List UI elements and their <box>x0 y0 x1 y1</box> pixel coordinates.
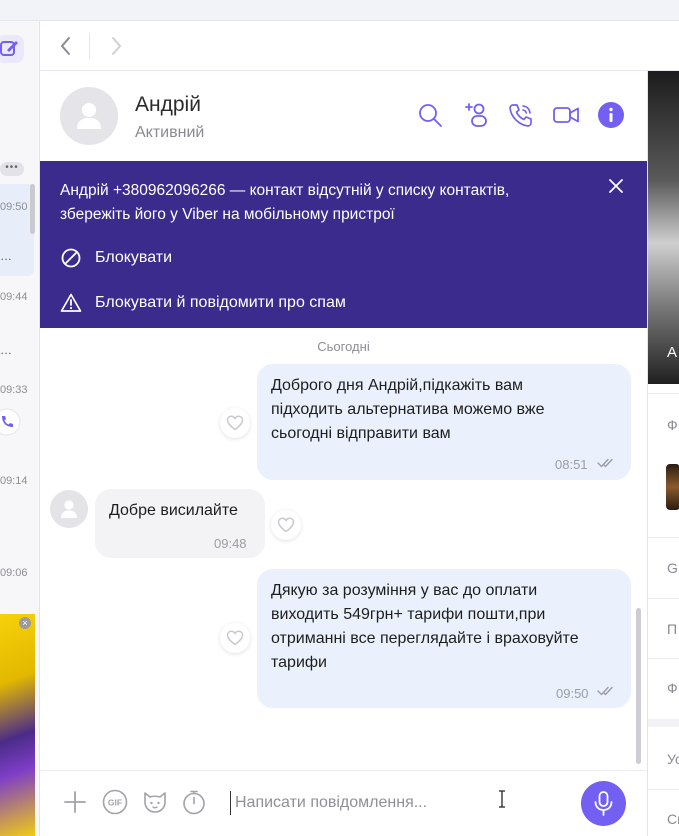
heart-icon <box>226 415 244 431</box>
divider <box>648 789 679 790</box>
info-button[interactable] <box>597 101 625 129</box>
search-button[interactable] <box>416 101 444 129</box>
block-report-button[interactable]: Блокувати й повідомити про спам <box>60 291 346 315</box>
block-label: Блокувати <box>95 249 173 266</box>
chevron-right-icon <box>112 37 122 55</box>
banner-message: Андрій +380962096266 — контакт відсутній… <box>60 182 510 223</box>
sticker-icon <box>144 792 166 813</box>
divider <box>648 537 679 538</box>
messages-scrollbar[interactable] <box>636 608 641 764</box>
ad-banner[interactable]: × <box>0 614 35 836</box>
chat-header: Андрій Активний <box>40 71 647 161</box>
add-participant-button[interactable] <box>462 101 490 129</box>
message-text: Дякую за розуміння у вас до оплати виход… <box>271 582 579 671</box>
text-cursor-icon <box>499 790 505 808</box>
message-input[interactable] <box>230 791 560 815</box>
panel-item[interactable]: Ф <box>667 417 678 433</box>
message-bubble-incoming[interactable]: Добре висилайте 09:48 <box>95 489 265 558</box>
search-icon <box>419 104 442 127</box>
heart-icon <box>226 630 244 646</box>
more-dots[interactable]: ••• <box>0 162 24 176</box>
message-time: 08:51 <box>555 457 588 472</box>
call-icon[interactable] <box>0 407 22 437</box>
double-check-icon <box>597 458 613 468</box>
message-bubble-outgoing[interactable]: Доброго дня Андрій,підкажіть вам підходи… <box>257 364 631 480</box>
panel-item[interactable]: Сп <box>667 811 679 827</box>
info-icon <box>598 102 624 128</box>
heart-icon <box>277 517 295 533</box>
contact-info-panel: А Ф G П Ф Ус Сп <box>647 71 679 836</box>
chat-list-sidebar: ••• 09:50 … 09:44 … 09:33 09:14 09:06 × <box>0 21 40 836</box>
person-icon <box>77 103 101 129</box>
microphone-icon <box>594 791 613 816</box>
timer-icon <box>183 790 205 815</box>
gif-icon: GIF <box>102 789 128 815</box>
sticker-button[interactable] <box>141 789 167 815</box>
section-divider <box>648 719 679 727</box>
voice-call-button[interactable] <box>507 101 535 129</box>
message-time: 09:50 <box>556 686 589 701</box>
chat-time: 09:06 <box>0 567 28 579</box>
person-icon <box>61 500 77 518</box>
compose-button[interactable] <box>0 35 24 63</box>
plus-icon <box>64 791 86 813</box>
divider <box>648 598 679 599</box>
divider <box>648 658 679 659</box>
block-icon <box>61 248 81 268</box>
chat-time: 09:33 <box>0 384 28 396</box>
forward-button[interactable] <box>104 33 128 59</box>
video-call-icon <box>553 107 579 123</box>
video-call-button[interactable] <box>552 101 580 129</box>
contact-media-preview[interactable] <box>648 71 679 384</box>
attach-button[interactable] <box>62 789 88 815</box>
ad-close-button[interactable]: × <box>19 617 31 629</box>
media-caption: А <box>667 344 678 361</box>
panel-item[interactable]: G <box>667 560 678 576</box>
message-text: Доброго дня Андрій,підкажіть вам підходи… <box>271 377 545 442</box>
chat-time: 09:50 <box>0 201 28 213</box>
block-report-label: Блокувати й повідомити про спам <box>95 294 346 311</box>
panel-item[interactable]: П <box>667 621 677 637</box>
nav-divider <box>89 33 90 59</box>
voice-call-icon <box>509 104 532 127</box>
message-time: 09:48 <box>214 536 247 551</box>
contact-name[interactable]: Андрій <box>135 93 201 117</box>
panel-item[interactable]: Ус <box>667 751 679 767</box>
chat-time: 09:14 <box>0 475 28 487</box>
compose-icon <box>0 41 18 56</box>
window-top-strip <box>0 0 679 21</box>
close-icon <box>609 179 623 193</box>
banner-close-button[interactable] <box>607 177 625 195</box>
message-list[interactable]: Сьогодні Доброго дня Андрій,підкажіть ва… <box>40 328 647 770</box>
message-bubble-outgoing[interactable]: Дякую за розуміння у вас до оплати виход… <box>257 569 631 708</box>
media-thumbnail[interactable] <box>666 464 679 510</box>
message-text: Добре висилайте <box>109 502 238 519</box>
back-button[interactable] <box>54 33 78 59</box>
gif-button[interactable]: GIF <box>102 789 128 815</box>
contact-status: Активний <box>135 124 205 141</box>
contact-avatar[interactable] <box>60 87 118 145</box>
sidebar-scrollbar[interactable] <box>30 184 35 234</box>
block-button[interactable]: Блокувати <box>60 246 172 270</box>
chat-time: 09:44 <box>0 291 28 303</box>
chat-preview-ellipsis: … <box>0 249 12 263</box>
double-check-icon <box>597 686 613 696</box>
like-button[interactable] <box>271 510 301 540</box>
like-button[interactable] <box>220 408 250 438</box>
gif-label: GIF <box>108 798 122 808</box>
warning-icon <box>60 293 82 312</box>
divider <box>648 393 679 394</box>
navigation-bar <box>40 21 679 71</box>
voice-message-button[interactable] <box>581 781 626 826</box>
like-button[interactable] <box>220 623 250 653</box>
date-separator: Сьогодні <box>317 339 370 354</box>
timer-button[interactable] <box>181 789 207 815</box>
panel-item[interactable]: Ф <box>667 680 678 696</box>
chevron-left-icon <box>60 37 70 55</box>
chat-preview-ellipsis: … <box>0 343 12 357</box>
unknown-contact-banner: Андрій +380962096266 — контакт відсутній… <box>40 161 647 328</box>
add-participant-icon <box>465 103 487 127</box>
message-input-bar: GIF <box>40 770 647 836</box>
sender-avatar[interactable] <box>50 490 88 528</box>
